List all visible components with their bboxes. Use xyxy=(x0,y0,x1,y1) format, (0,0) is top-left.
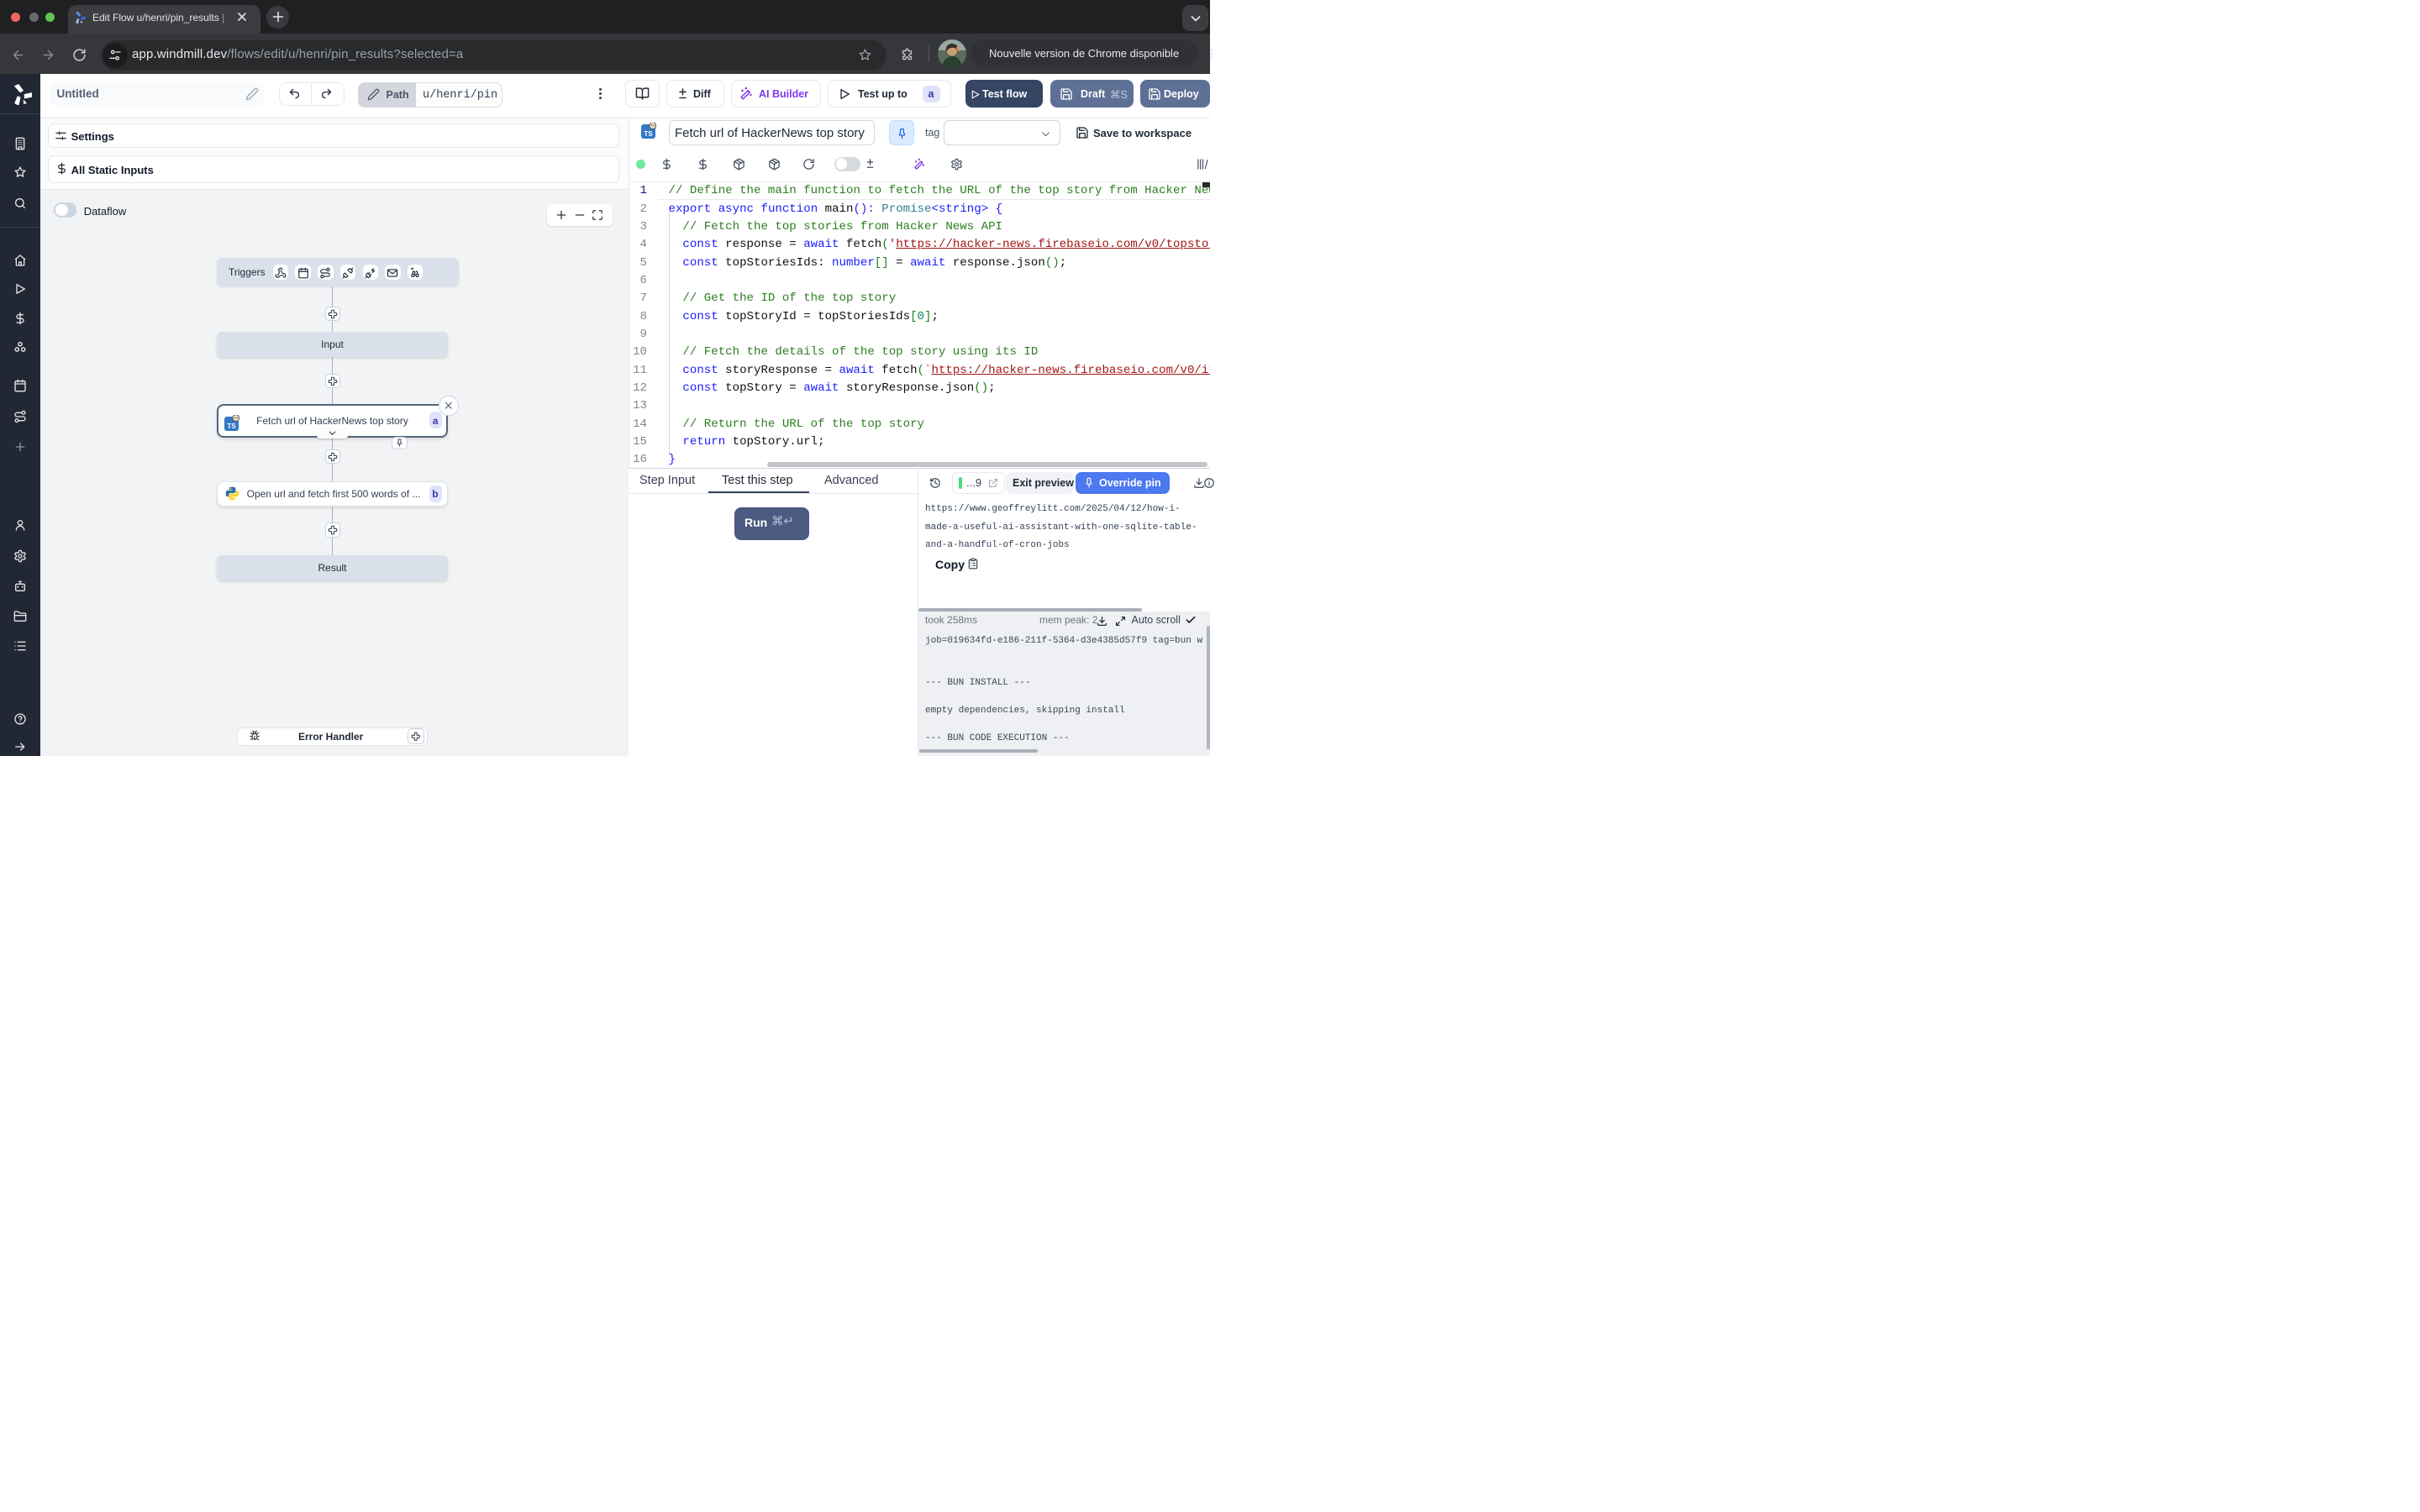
svg-text:TS: TS xyxy=(644,130,653,138)
svg-text:TS: TS xyxy=(227,423,236,430)
